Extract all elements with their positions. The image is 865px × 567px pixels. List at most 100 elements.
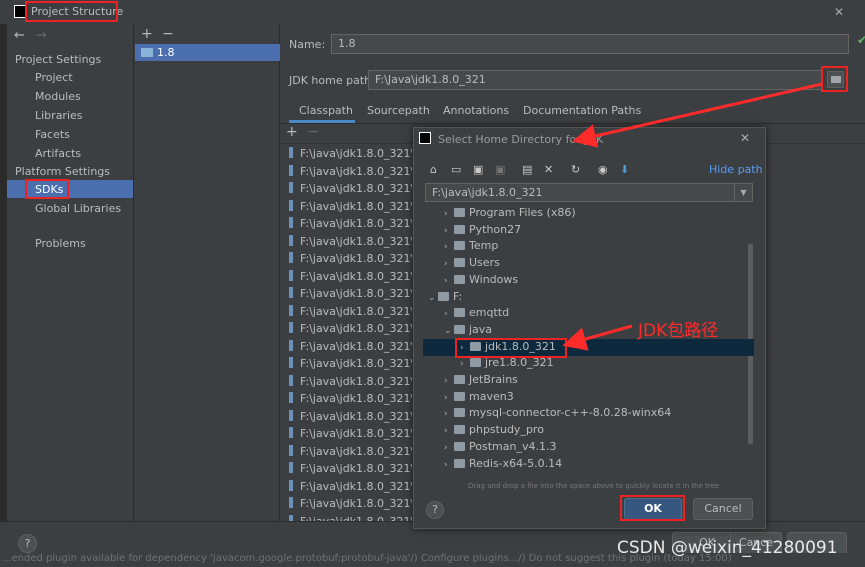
dialog-path-field[interactable]: F:\java\jdk1.8.0_321 [425,183,735,202]
chevron-down-icon[interactable]: ⌄ [428,293,438,303]
nav-item-problems[interactable]: Problems [35,237,86,250]
name-field[interactable]: 1.8 [331,34,849,54]
jar-icon [289,462,293,473]
chevron-right-icon[interactable]: › [444,309,454,319]
add-sdk-button[interactable]: + [141,26,153,42]
classpath-row[interactable]: F:\java\jdk1.8.0_321\jre [286,252,412,269]
add-classpath-button[interactable]: + [286,124,298,140]
tree-item[interactable]: › maven3 [444,390,514,406]
nav-item-sdks-row[interactable] [7,180,133,198]
show-hidden-icon[interactable]: ◉ [598,163,608,176]
browse-folder-icon[interactable] [827,71,844,88]
chevron-right-icon[interactable]: › [444,393,454,403]
tree-item[interactable]: › phpstudy_pro [444,423,544,439]
chevron-right-icon[interactable]: › [444,443,454,453]
jar-icon [289,392,293,403]
classpath-row[interactable]: F:\java\jdk1.8.0_321\jre [286,497,412,514]
tree-item[interactable]: › JetBrains [444,373,518,389]
back-arrow-icon[interactable]: ← [14,28,25,43]
dialog-ok-button[interactable]: OK [624,498,682,520]
classpath-row[interactable]: F:\java\jdk1.8.0_321\jre [286,304,412,322]
dialog-cancel-button[interactable]: Cancel [693,498,753,520]
classpath-row[interactable]: F:\java\jdk1.8.0_321\jre [286,357,412,374]
classpath-row[interactable]: F:\java\jdk1.8.0_321\jre [286,409,412,427]
chevron-right-icon[interactable]: › [444,226,454,236]
project-icon[interactable]: ▣ [473,163,483,176]
help-button[interactable]: ? [18,534,37,553]
classpath-row[interactable]: F:\java\jdk1.8.0_321\jre [286,462,412,479]
hide-path-link[interactable]: Hide path [709,163,763,176]
refresh-icon[interactable]: ↻ [571,163,580,176]
dialog-help-button[interactable]: ? [426,501,444,519]
tree-item[interactable]: › jre1.8.0_321 [460,356,554,372]
delete-icon[interactable]: ✕ [544,163,553,176]
tree-item[interactable]: › Postman_v4.1.3 [444,440,556,456]
tab-classpath[interactable]: Classpath [299,104,353,117]
classpath-row[interactable]: F:\java\jdk1.8.0_321\jre [286,339,412,357]
remove-sdk-button[interactable]: − [162,26,174,42]
tree-item[interactable]: › Python27 [444,223,521,239]
nav-item-libraries[interactable]: Libraries [35,109,83,122]
dialog-close-icon[interactable]: ✕ [740,131,750,145]
chevron-right-icon[interactable]: › [460,359,470,369]
chevron-right-icon[interactable]: › [460,343,470,353]
tree-item[interactable]: › Program Files (x86) [444,206,576,222]
classpath-row[interactable]: F:\java\jdk1.8.0_321\jre [286,287,412,304]
chevron-down-icon[interactable]: ⌄ [444,326,454,336]
nav-item-project[interactable]: Project [35,71,73,84]
classpath-row[interactable]: F:\java\jdk1.8.0_321\jre [286,164,412,182]
classpath-row[interactable]: F:\java\jdk1.8.0_321\jre [286,182,412,199]
classpath-row[interactable]: F:\java\jdk1.8.0_321\jre [286,392,412,409]
tree-item[interactable]: › Windows [444,273,518,289]
tree-item[interactable]: ⌄ F: [428,290,462,306]
chevron-right-icon[interactable]: › [444,376,454,386]
nav-item-sdks[interactable]: SDKs [35,183,63,196]
chevron-right-icon[interactable]: › [444,276,454,286]
module-icon[interactable]: ▣ [495,163,505,176]
classpath-row[interactable]: F:\java\jdk1.8.0_321\jre [286,199,412,217]
desktop-icon[interactable]: ▭ [451,163,461,176]
classpath-row[interactable]: F:\java\jdk1.8.0_321\jre [286,147,412,164]
tab-documentation-paths[interactable]: Documentation Paths [523,104,641,117]
home-icon[interactable]: ⌂ [430,163,437,176]
path-history-dropdown[interactable]: ▼ [734,183,753,202]
chevron-right-icon[interactable]: › [444,259,454,269]
chevron-right-icon[interactable]: › [444,409,454,419]
classpath-row[interactable]: F:\java\jdk1.8.0_321\jre [286,234,412,252]
tree-item[interactable]: › jdk1.8.0_321 [460,340,556,356]
classpath-row[interactable]: F:\java\jdk1.8.0_321\jre [286,427,412,444]
classpath-row[interactable]: F:\java\jdk1.8.0_321\jre [286,479,412,497]
tree-item[interactable]: › emqttd [444,306,509,322]
close-icon[interactable]: ✕ [834,5,844,19]
nav-item-modules[interactable]: Modules [35,90,81,103]
chevron-right-icon[interactable]: › [444,242,454,252]
chevron-right-icon[interactable]: › [444,209,454,219]
name-label: Name: [289,38,326,51]
sync-icon[interactable]: ⬇ [620,163,629,176]
classpath-row[interactable]: F:\java\jdk1.8.0_321\jre [286,374,412,392]
chevron-right-icon[interactable]: › [444,460,454,470]
classpath-path: F:\java\jdk1.8.0_321\jre [300,339,412,353]
classpath-row[interactable]: F:\java\jdk1.8.0_321\jre [286,444,412,462]
tree-item[interactable]: › Users [444,256,500,272]
tree-item[interactable]: › Temp [444,239,498,255]
jdk-home-field[interactable]: F:\Java\jdk1.8.0_321 [368,70,822,90]
jar-icon [289,427,293,438]
tree-item[interactable]: › mysql-connector-c++-8.0.28-winx64 [444,406,671,422]
tab-sourcepath[interactable]: Sourcepath [367,104,430,117]
nav-item-facets[interactable]: Facets [35,128,70,141]
nav-item-artifacts[interactable]: Artifacts [35,147,81,160]
nav-item-global-libraries[interactable]: Global Libraries [35,202,121,215]
new-folder-icon[interactable]: ▤ [522,163,532,176]
tree-item[interactable]: › Redis-x64-5.0.14 [444,457,562,473]
classpath-row[interactable]: F:\java\jdk1.8.0_321\jre [286,322,412,339]
folder-icon [454,391,465,401]
classpath-path: F:\java\jdk1.8.0_321\jre [300,287,412,300]
classpath-row[interactable]: F:\java\jdk1.8.0_321\jre [286,217,412,234]
tree-item-label: Program Files (x86) [469,206,576,219]
tree-item[interactable]: ⌄ java [444,323,492,339]
chevron-right-icon[interactable]: › [444,426,454,436]
tab-annotations[interactable]: Annotations [443,104,509,117]
classpath-row[interactable]: F:\java\jdk1.8.0_321\jre [286,269,412,287]
remove-classpath-button[interactable]: − [307,124,319,140]
